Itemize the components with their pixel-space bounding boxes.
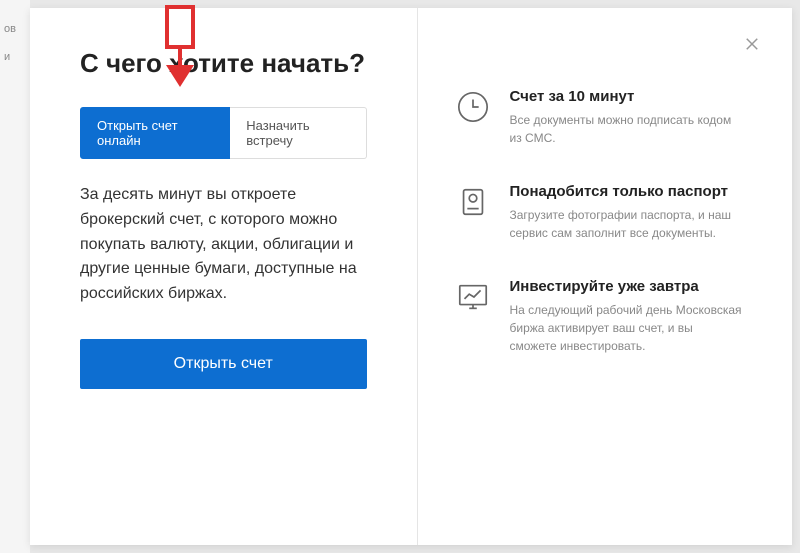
feature-title: Понадобится только паспорт: [510, 183, 743, 200]
open-account-button[interactable]: Открыть счет: [80, 339, 367, 389]
feature-content: Инвестируйте уже завтра На следующий раб…: [510, 278, 743, 355]
modal-title: С чего хотите начать?: [80, 48, 367, 79]
right-panel: Счет за 10 минут Все документы можно под…: [418, 8, 793, 545]
feature-item: Инвестируйте уже завтра На следующий раб…: [456, 278, 743, 355]
tab-open-account-online[interactable]: Открыть счет онлайн: [80, 107, 230, 159]
left-panel: С чего хотите начать? Открыть счет онлай…: [30, 8, 418, 545]
feature-item: Понадобится только паспорт Загрузите фот…: [456, 183, 743, 242]
tab-schedule-meeting[interactable]: Назначить встречу: [230, 107, 366, 159]
feature-content: Понадобится только паспорт Загрузите фот…: [510, 183, 743, 242]
onboarding-modal: С чего хотите начать? Открыть счет онлай…: [30, 8, 792, 545]
feature-description: На следующий рабочий день Московская бир…: [510, 301, 743, 355]
backdrop-text-2: и: [4, 50, 26, 64]
chart-monitor-icon: [456, 280, 490, 314]
close-button[interactable]: [740, 32, 764, 56]
feature-description: Все документы можно подписать кодом из С…: [510, 111, 743, 147]
tabs: Открыть счет онлайн Назначить встречу: [80, 107, 367, 159]
feature-title: Счет за 10 минут: [510, 88, 743, 105]
close-icon: [743, 35, 761, 53]
feature-content: Счет за 10 минут Все документы можно под…: [510, 88, 743, 147]
description-text: За десять минут вы откроете брокерский с…: [80, 183, 367, 307]
clock-icon: [456, 90, 490, 124]
feature-description: Загрузите фотографии паспорта, и наш сер…: [510, 206, 743, 242]
feature-item: Счет за 10 минут Все документы можно под…: [456, 88, 743, 147]
passport-icon: [456, 185, 490, 219]
page-backdrop: ов и: [0, 0, 30, 553]
backdrop-text-1: ов: [4, 22, 26, 36]
feature-title: Инвестируйте уже завтра: [510, 278, 743, 295]
